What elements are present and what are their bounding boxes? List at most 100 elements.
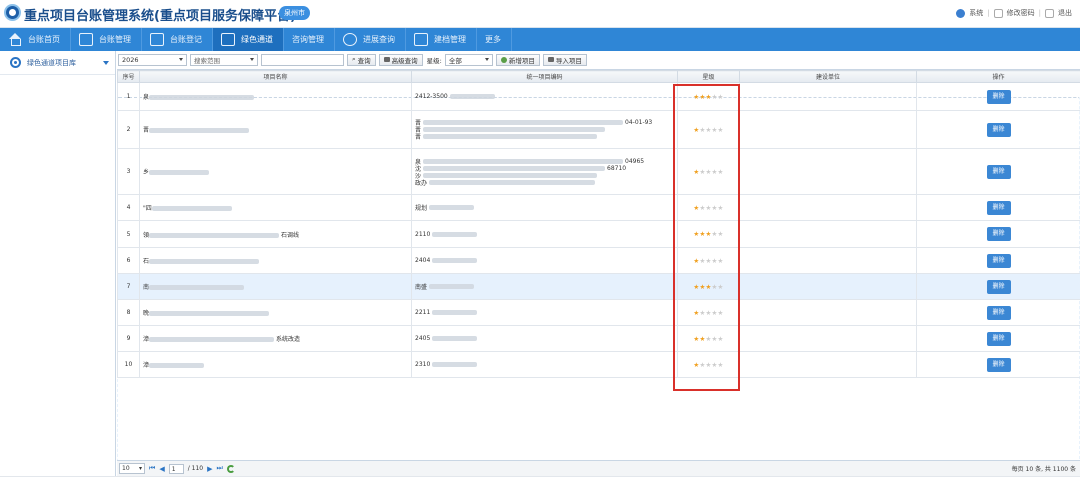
col-header-no[interactable]: 序号 xyxy=(117,70,140,83)
nav-item-more[interactable]: 更多 xyxy=(117,28,1080,484)
table-row[interactable]: 9 漳系统改造 2405 ★★★★★ 删除 xyxy=(117,325,1080,352)
nav-item-green-channel[interactable]: 绿色通道 xyxy=(213,28,284,51)
table-row[interactable]: 3 乡泉 04965 沈 68710 沙政办 ★★★★★ 删除 xyxy=(117,148,1080,195)
redacted-text xyxy=(149,363,205,368)
redacted-text xyxy=(432,362,478,367)
scope-select[interactable]: 搜索范围 xyxy=(190,53,258,66)
col-header-name[interactable]: 项目名称 xyxy=(139,70,412,83)
chevron-down-icon[interactable] xyxy=(103,60,109,65)
cell-project-name[interactable]: 南 xyxy=(139,273,412,300)
change-password-link[interactable]: 修改密码 xyxy=(1007,8,1035,18)
last-page-icon[interactable]: ⏭ xyxy=(216,464,222,473)
page-size-select[interactable]: 10 ▾ xyxy=(119,463,145,474)
table-row[interactable]: 10 漳 2310 ★★★★★ 删除 xyxy=(117,351,1080,378)
delete-button[interactable]: 删除 xyxy=(986,253,1011,268)
bookmark-icon xyxy=(221,33,235,46)
code-text: 2310 xyxy=(415,361,431,368)
delete-button[interactable]: 删除 xyxy=(986,200,1011,215)
code-line: 规划 xyxy=(415,204,677,212)
cell-star-rating: ★★★★★ xyxy=(677,220,740,248)
nav-item-archive[interactable]: 建档管理 xyxy=(406,28,477,51)
star-filter-value: 全部 xyxy=(448,56,462,65)
cell-star-rating: ★★★★★ xyxy=(677,273,740,300)
sidebar-item-green-channel-library[interactable]: 绿色通道项目库 xyxy=(0,51,115,75)
city-badge[interactable]: 泉州市 xyxy=(279,6,310,20)
redacted-text xyxy=(149,311,270,316)
table-row[interactable]: 8 晚 2211 ★★★★★ 删除 xyxy=(117,299,1080,326)
next-page-icon[interactable]: ▶ xyxy=(207,465,212,473)
import-project-button[interactable]: 导入项目 xyxy=(542,53,587,66)
year-select[interactable]: 2026 xyxy=(118,53,187,66)
chevron-down-icon xyxy=(484,58,489,61)
cell-builder xyxy=(739,351,917,378)
sidebar: 绿色通道项目库 xyxy=(0,51,116,484)
cell-project-code: 2310 xyxy=(411,351,678,378)
nav-item-progress[interactable]: 进展查询 xyxy=(335,28,406,51)
refresh-icon[interactable] xyxy=(226,464,235,473)
col-header-code[interactable]: 统一项目编码 xyxy=(411,70,678,83)
delete-button[interactable]: 删除 xyxy=(986,227,1011,241)
cell-project-name[interactable]: "四 xyxy=(139,194,412,221)
star-rating-icon: ★★★★★ xyxy=(693,230,724,238)
table-row[interactable]: 7 南南盛 ★★★★★ 删除 xyxy=(117,273,1080,300)
user-area: 系统 | 修改密码 | 退出 xyxy=(956,8,1072,18)
cell-no: 8 xyxy=(117,299,140,326)
cell-project-name[interactable]: 漳系统改造 xyxy=(139,325,412,352)
monitor-icon xyxy=(79,33,93,46)
page-number-input[interactable]: 1 xyxy=(168,463,184,474)
divider: | xyxy=(1038,9,1041,17)
cell-no: 9 xyxy=(117,325,140,352)
cell-project-name[interactable]: 領石调线 xyxy=(139,220,412,248)
cell-project-code: 南盛 xyxy=(411,273,678,300)
add-icon xyxy=(500,56,507,63)
star-rating-icon: ★★★★★ xyxy=(693,203,724,212)
cell-project-name[interactable]: 晚 xyxy=(139,299,412,326)
delete-button[interactable]: 删除 xyxy=(986,164,1011,179)
code-text: 政办 xyxy=(415,179,428,187)
advanced-search-button[interactable]: 高级查询 xyxy=(378,53,423,66)
nav-item-ledger-manage[interactable]: 台账管理 xyxy=(71,28,142,51)
cell-project-name[interactable]: 泉 xyxy=(139,82,412,111)
table-row[interactable]: 4 "四 规划 ★★★★★ 删除 xyxy=(117,194,1080,221)
star-rating-icon: ★★★★★ xyxy=(693,308,724,317)
code-text: 规划 xyxy=(415,205,428,212)
add-project-button[interactable]: 新增项目 xyxy=(495,53,540,66)
col-header-action[interactable]: 操作 xyxy=(916,70,1080,83)
cell-project-code: 2405 xyxy=(411,325,678,352)
cell-project-name[interactable]: 石 xyxy=(139,247,412,274)
nav-item-ledger-register[interactable]: 台账登记 xyxy=(142,28,213,51)
col-header-builder[interactable]: 建设单位 xyxy=(739,70,917,83)
cell-project-name[interactable]: 漳 xyxy=(139,351,412,378)
redacted-text xyxy=(423,165,606,171)
cell-star-rating: ★★★★★ xyxy=(677,351,740,378)
table-row[interactable]: 6 石 2404 ★★★★★ 删除 xyxy=(117,247,1080,274)
col-header-star[interactable]: 星级 xyxy=(677,70,740,83)
delete-button[interactable]: 删除 xyxy=(986,89,1011,104)
gear-icon xyxy=(10,57,21,68)
delete-button[interactable]: 删除 xyxy=(986,279,1011,294)
home-icon xyxy=(8,33,22,46)
delete-button[interactable]: 删除 xyxy=(986,357,1011,372)
cell-project-name[interactable]: 乡 xyxy=(139,148,412,195)
prev-page-icon[interactable]: ◀ xyxy=(159,465,164,473)
code-line: 2405 xyxy=(415,335,677,342)
cell-action: 删除 xyxy=(916,299,1080,326)
delete-button[interactable]: 删除 xyxy=(986,305,1011,320)
logout-link[interactable]: 退出 xyxy=(1058,8,1072,18)
top-header: 重点项目台账管理系统(重点项目服务保障平台) 泉州市 系统 | 修改密码 | 退… xyxy=(0,0,1080,28)
star-filter-select[interactable]: 全部 xyxy=(444,53,493,66)
table-row[interactable]: 5 領石调线 2110 ★★★★★ 删除 xyxy=(117,220,1080,248)
redacted-text xyxy=(429,284,475,289)
user-name[interactable]: 系统 xyxy=(969,8,983,18)
nav-item-consult[interactable]: 咨询管理 xyxy=(117,28,1080,484)
code-suffix: 04-01-93 xyxy=(625,119,653,126)
search-button[interactable]: ⌕ 查询 xyxy=(347,53,376,66)
table-row[interactable]: 1 泉 2412-3500 ★★★★★ 删除 xyxy=(117,82,1080,111)
cell-project-name[interactable]: 晋 xyxy=(139,110,412,149)
first-page-icon[interactable]: ⏮ xyxy=(149,464,155,473)
delete-button[interactable]: 删除 xyxy=(986,122,1011,137)
search-input[interactable] xyxy=(261,53,344,66)
delete-button[interactable]: 删除 xyxy=(986,331,1011,346)
nav-item-home[interactable]: 台账首页 xyxy=(0,28,71,51)
table-row[interactable]: 2 晋晋 04-01-93 晋晋 ★★★★★ 删除 xyxy=(117,110,1080,149)
